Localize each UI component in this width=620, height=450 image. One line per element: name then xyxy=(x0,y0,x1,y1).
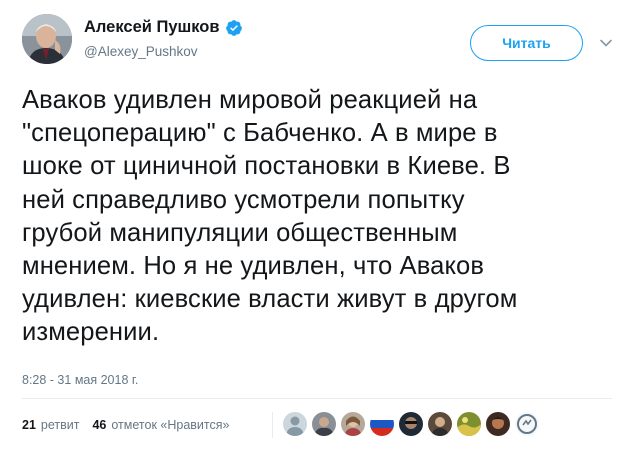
tweet-text-line: удивлен: киевские власти живут в другом xyxy=(22,285,518,314)
liker-avatar[interactable] xyxy=(370,412,394,436)
liker-avatar[interactable] xyxy=(457,412,481,436)
retweets-label[interactable]: ретвит xyxy=(41,418,80,432)
tweet-text-line: измерении. xyxy=(22,318,160,347)
tweet-text-line: грубой манипуляции общественным xyxy=(22,218,458,247)
follow-button[interactable]: Читать xyxy=(470,25,583,61)
verified-badge-icon xyxy=(225,19,242,36)
tweet-text-line: Аваков удивлен мировой реакцией на xyxy=(22,86,478,114)
author-avatar[interactable] xyxy=(22,14,72,64)
retweets-count[interactable]: 21 xyxy=(22,418,36,432)
tweet-timestamp[interactable]: 8:28 - 31 мая 2018 г. xyxy=(22,373,138,387)
liker-avatar[interactable] xyxy=(428,412,452,436)
tweet-text: Аваков удивлен мировой реакцией на "спец… xyxy=(22,84,612,350)
liker-avatar[interactable] xyxy=(341,412,365,436)
tweet-card: Алексей Пушков @Alexey_Pushkov Читать Ав… xyxy=(0,0,620,450)
stats-separator xyxy=(272,412,273,438)
liker-avatar[interactable] xyxy=(312,412,336,436)
likes-label[interactable]: отметок «Нравится» xyxy=(111,418,229,432)
divider xyxy=(22,398,612,399)
tweet-text-line: "спецоперацию" с Бабченко. А в мире в xyxy=(22,119,498,148)
chevron-down-icon[interactable] xyxy=(599,36,613,50)
author-name-row: Алексей Пушков xyxy=(84,18,243,37)
likers-avatars xyxy=(283,412,544,436)
liker-avatar[interactable] xyxy=(515,412,539,436)
tweet-stats: 21 ретвит 46 отметок «Нравится» xyxy=(22,418,242,432)
tweet-text-line: мнением. Но я не удивлен, что Аваков xyxy=(22,252,485,281)
tweet-text-line: шоке от циничной постановки в Киеве. В xyxy=(22,152,511,181)
liker-avatar[interactable] xyxy=(399,412,423,436)
likes-count[interactable]: 46 xyxy=(92,418,106,432)
author-name[interactable]: Алексей Пушков xyxy=(84,18,220,37)
author-handle[interactable]: @Alexey_Pushkov xyxy=(84,44,198,59)
liker-avatar[interactable] xyxy=(486,412,510,436)
tweet-text-line: ней справедливо усмотрели попытку xyxy=(22,185,465,214)
liker-avatar[interactable] xyxy=(283,412,307,436)
